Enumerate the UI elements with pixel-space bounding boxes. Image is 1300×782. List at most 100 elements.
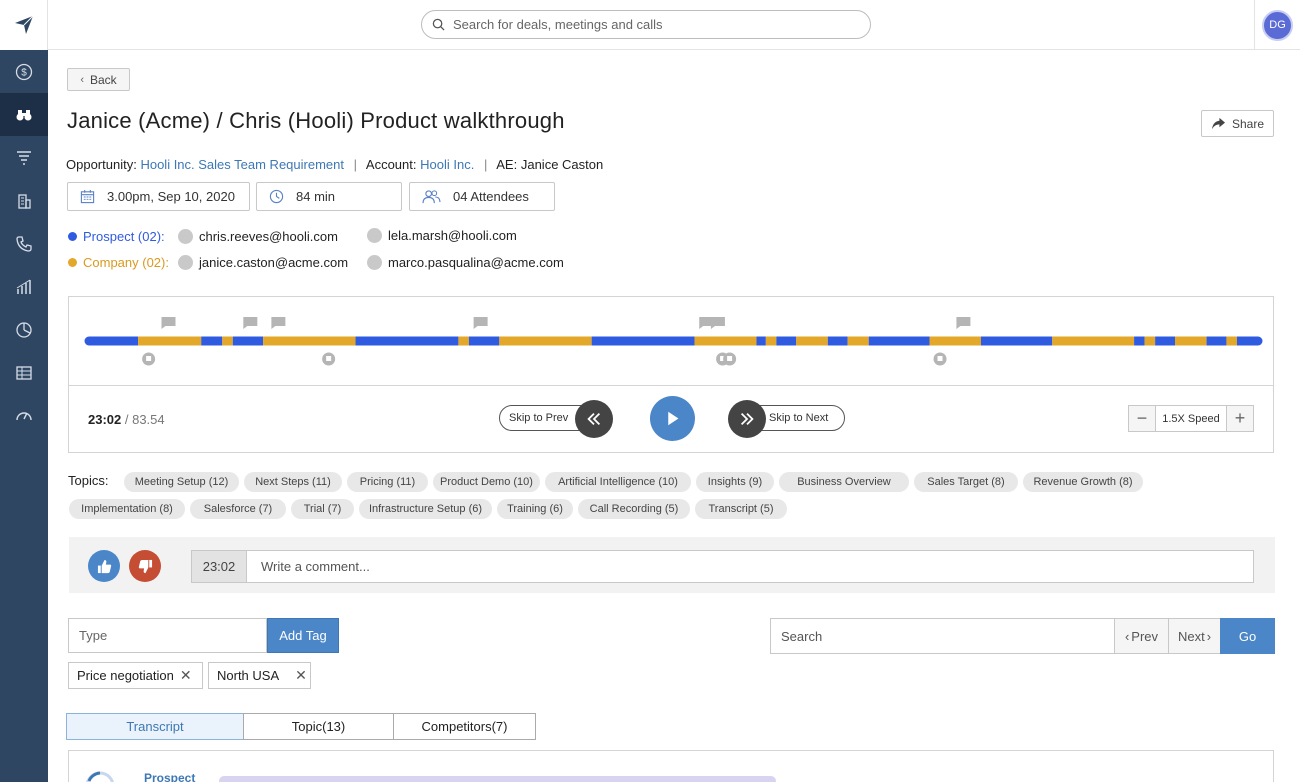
next-match-button[interactable]: Next › xyxy=(1168,618,1221,654)
topic-pill[interactable]: Next Steps (11) xyxy=(244,472,342,492)
speaker-bar xyxy=(219,776,776,782)
timeline-segment[interactable] xyxy=(929,336,981,346)
timeline-segment[interactable] xyxy=(756,336,766,346)
tag-chip: Price negotiation ✕ xyxy=(68,662,203,689)
comment-marker-icon[interactable] xyxy=(243,317,258,329)
skip-next-label: Skip to Next xyxy=(769,412,829,424)
comment-marker-icon[interactable] xyxy=(271,317,286,329)
close-icon[interactable]: ✕ xyxy=(295,667,307,684)
timeline-segment[interactable] xyxy=(980,336,1053,346)
user-menu[interactable]: DG xyxy=(1254,0,1300,50)
attendees-chip[interactable]: 04 Attendees xyxy=(409,182,555,211)
comment-marker-icon[interactable] xyxy=(161,317,176,329)
speed-decrease-button[interactable]: − xyxy=(1129,406,1155,431)
timeline-segment[interactable] xyxy=(263,336,356,346)
topic-pill[interactable]: Salesforce (7) xyxy=(190,499,286,519)
chevron-left-icon: ‹ xyxy=(80,73,84,86)
sidebar-item-phone[interactable] xyxy=(0,222,48,265)
timeline-segment[interactable] xyxy=(694,336,757,346)
sidebar-item-accounts[interactable] xyxy=(0,179,48,222)
timeline-segment[interactable] xyxy=(232,336,264,346)
timeline-segment[interactable] xyxy=(1226,336,1237,346)
attendee[interactable]: janice.caston@acme.com xyxy=(178,255,348,270)
tab-topic[interactable]: Topic(13) xyxy=(243,713,394,740)
topic-pill[interactable]: Pricing (11) xyxy=(347,472,428,492)
timeline-segment[interactable] xyxy=(458,336,469,346)
thumbs-up-button[interactable] xyxy=(88,550,120,582)
topic-pill[interactable]: Revenue Growth (8) xyxy=(1023,472,1143,492)
timeline-segment[interactable] xyxy=(89,336,139,346)
speed-increase-button[interactable]: + xyxy=(1227,406,1253,431)
tab-competitors[interactable]: Competitors(7) xyxy=(393,713,536,740)
sidebar-item-analytics[interactable] xyxy=(0,265,48,308)
timeline-segment[interactable] xyxy=(1144,336,1156,346)
sidebar-item-deals[interactable]: $ xyxy=(0,50,48,93)
skip-prev-icon[interactable] xyxy=(575,400,613,438)
global-search-input[interactable] xyxy=(453,17,853,32)
thumbs-down-button[interactable] xyxy=(129,550,161,582)
topic-pill[interactable]: Product Demo (10) xyxy=(433,472,540,492)
users-icon xyxy=(422,190,441,204)
timeline-segment[interactable] xyxy=(355,336,459,346)
comment-marker-icon[interactable] xyxy=(710,317,725,329)
timeline-segment[interactable] xyxy=(796,336,828,346)
topic-pill[interactable]: Trial (7) xyxy=(291,499,354,519)
topic-pill[interactable]: Sales Target (8) xyxy=(914,472,1018,492)
timeline-segment[interactable] xyxy=(1206,336,1227,346)
timeline-segment[interactable] xyxy=(868,336,930,346)
attendee[interactable]: marco.pasqualina@acme.com xyxy=(367,255,564,270)
attendee[interactable]: chris.reeves@hooli.com xyxy=(178,229,338,244)
comment-input[interactable] xyxy=(246,550,1254,583)
timeline-segment[interactable] xyxy=(499,336,592,346)
timeline-segment[interactable] xyxy=(765,336,777,346)
top-bar: DG xyxy=(48,0,1300,50)
sidebar-item-pipeline[interactable] xyxy=(0,136,48,179)
timeline-segment[interactable] xyxy=(847,336,869,346)
sidebar-item-calls[interactable] xyxy=(0,93,48,136)
skip-next-icon[interactable] xyxy=(728,400,766,438)
sidebar-item-reports[interactable] xyxy=(0,308,48,351)
timeline-segment[interactable] xyxy=(591,336,695,346)
comment-marker-icon[interactable] xyxy=(956,317,971,329)
timeline-segment[interactable] xyxy=(138,336,202,346)
play-button[interactable] xyxy=(650,396,695,441)
topic-pill[interactable]: Insights (9) xyxy=(696,472,774,492)
account-link[interactable]: Hooli Inc. xyxy=(420,157,474,172)
topic-pill[interactable]: Training (6) xyxy=(497,499,573,519)
go-button[interactable]: Go xyxy=(1220,618,1275,654)
timeline-segment[interactable] xyxy=(1134,336,1145,346)
close-icon[interactable]: ✕ xyxy=(180,667,192,684)
share-button[interactable]: Share xyxy=(1201,110,1274,137)
timeline-segment[interactable] xyxy=(1052,336,1135,346)
timeline-segment[interactable] xyxy=(776,336,797,346)
topic-pill[interactable]: Artificial Intelligence (10) xyxy=(545,472,691,492)
topic-pill[interactable]: Meeting Setup (12) xyxy=(124,472,239,492)
topic-pill[interactable]: Business Overview xyxy=(779,472,909,492)
sidebar-item-table[interactable] xyxy=(0,351,48,394)
tab-bar: Transcript Topic(13) Competitors(7) xyxy=(66,713,536,740)
topic-pill[interactable]: Infrastructure Setup (6) xyxy=(359,499,492,519)
global-search[interactable] xyxy=(421,10,871,39)
timeline-segment[interactable] xyxy=(1155,336,1176,346)
timeline-segment[interactable] xyxy=(468,336,500,346)
comment-marker-icon[interactable] xyxy=(473,317,488,329)
sidebar-item-dashboard[interactable] xyxy=(0,394,48,437)
prev-match-button[interactable]: ‹ Prev xyxy=(1114,618,1169,654)
timeline-segment[interactable] xyxy=(222,336,233,346)
topic-pill[interactable]: Call Recording (5) xyxy=(578,499,690,519)
tab-transcript[interactable]: Transcript xyxy=(66,713,244,740)
timeline-segment[interactable] xyxy=(827,336,848,346)
timeline-segment[interactable] xyxy=(201,336,223,346)
back-button[interactable]: ‹ Back xyxy=(67,68,130,91)
attendee[interactable]: lela.marsh@hooli.com xyxy=(367,228,517,243)
speaker-timeline[interactable] xyxy=(69,297,1273,385)
timeline-segment[interactable] xyxy=(1175,336,1207,346)
add-tag-button[interactable]: Add Tag xyxy=(267,618,339,653)
avatar[interactable]: DG xyxy=(1262,9,1293,41)
app-logo[interactable] xyxy=(0,0,48,50)
topic-pill[interactable]: Implementation (8) xyxy=(69,499,185,519)
opportunity-link[interactable]: Hooli Inc. Sales Team Requirement xyxy=(140,157,344,172)
tag-input[interactable] xyxy=(68,618,267,653)
topic-pill[interactable]: Transcript (5) xyxy=(695,499,787,519)
transcript-search-input[interactable] xyxy=(770,618,1115,654)
